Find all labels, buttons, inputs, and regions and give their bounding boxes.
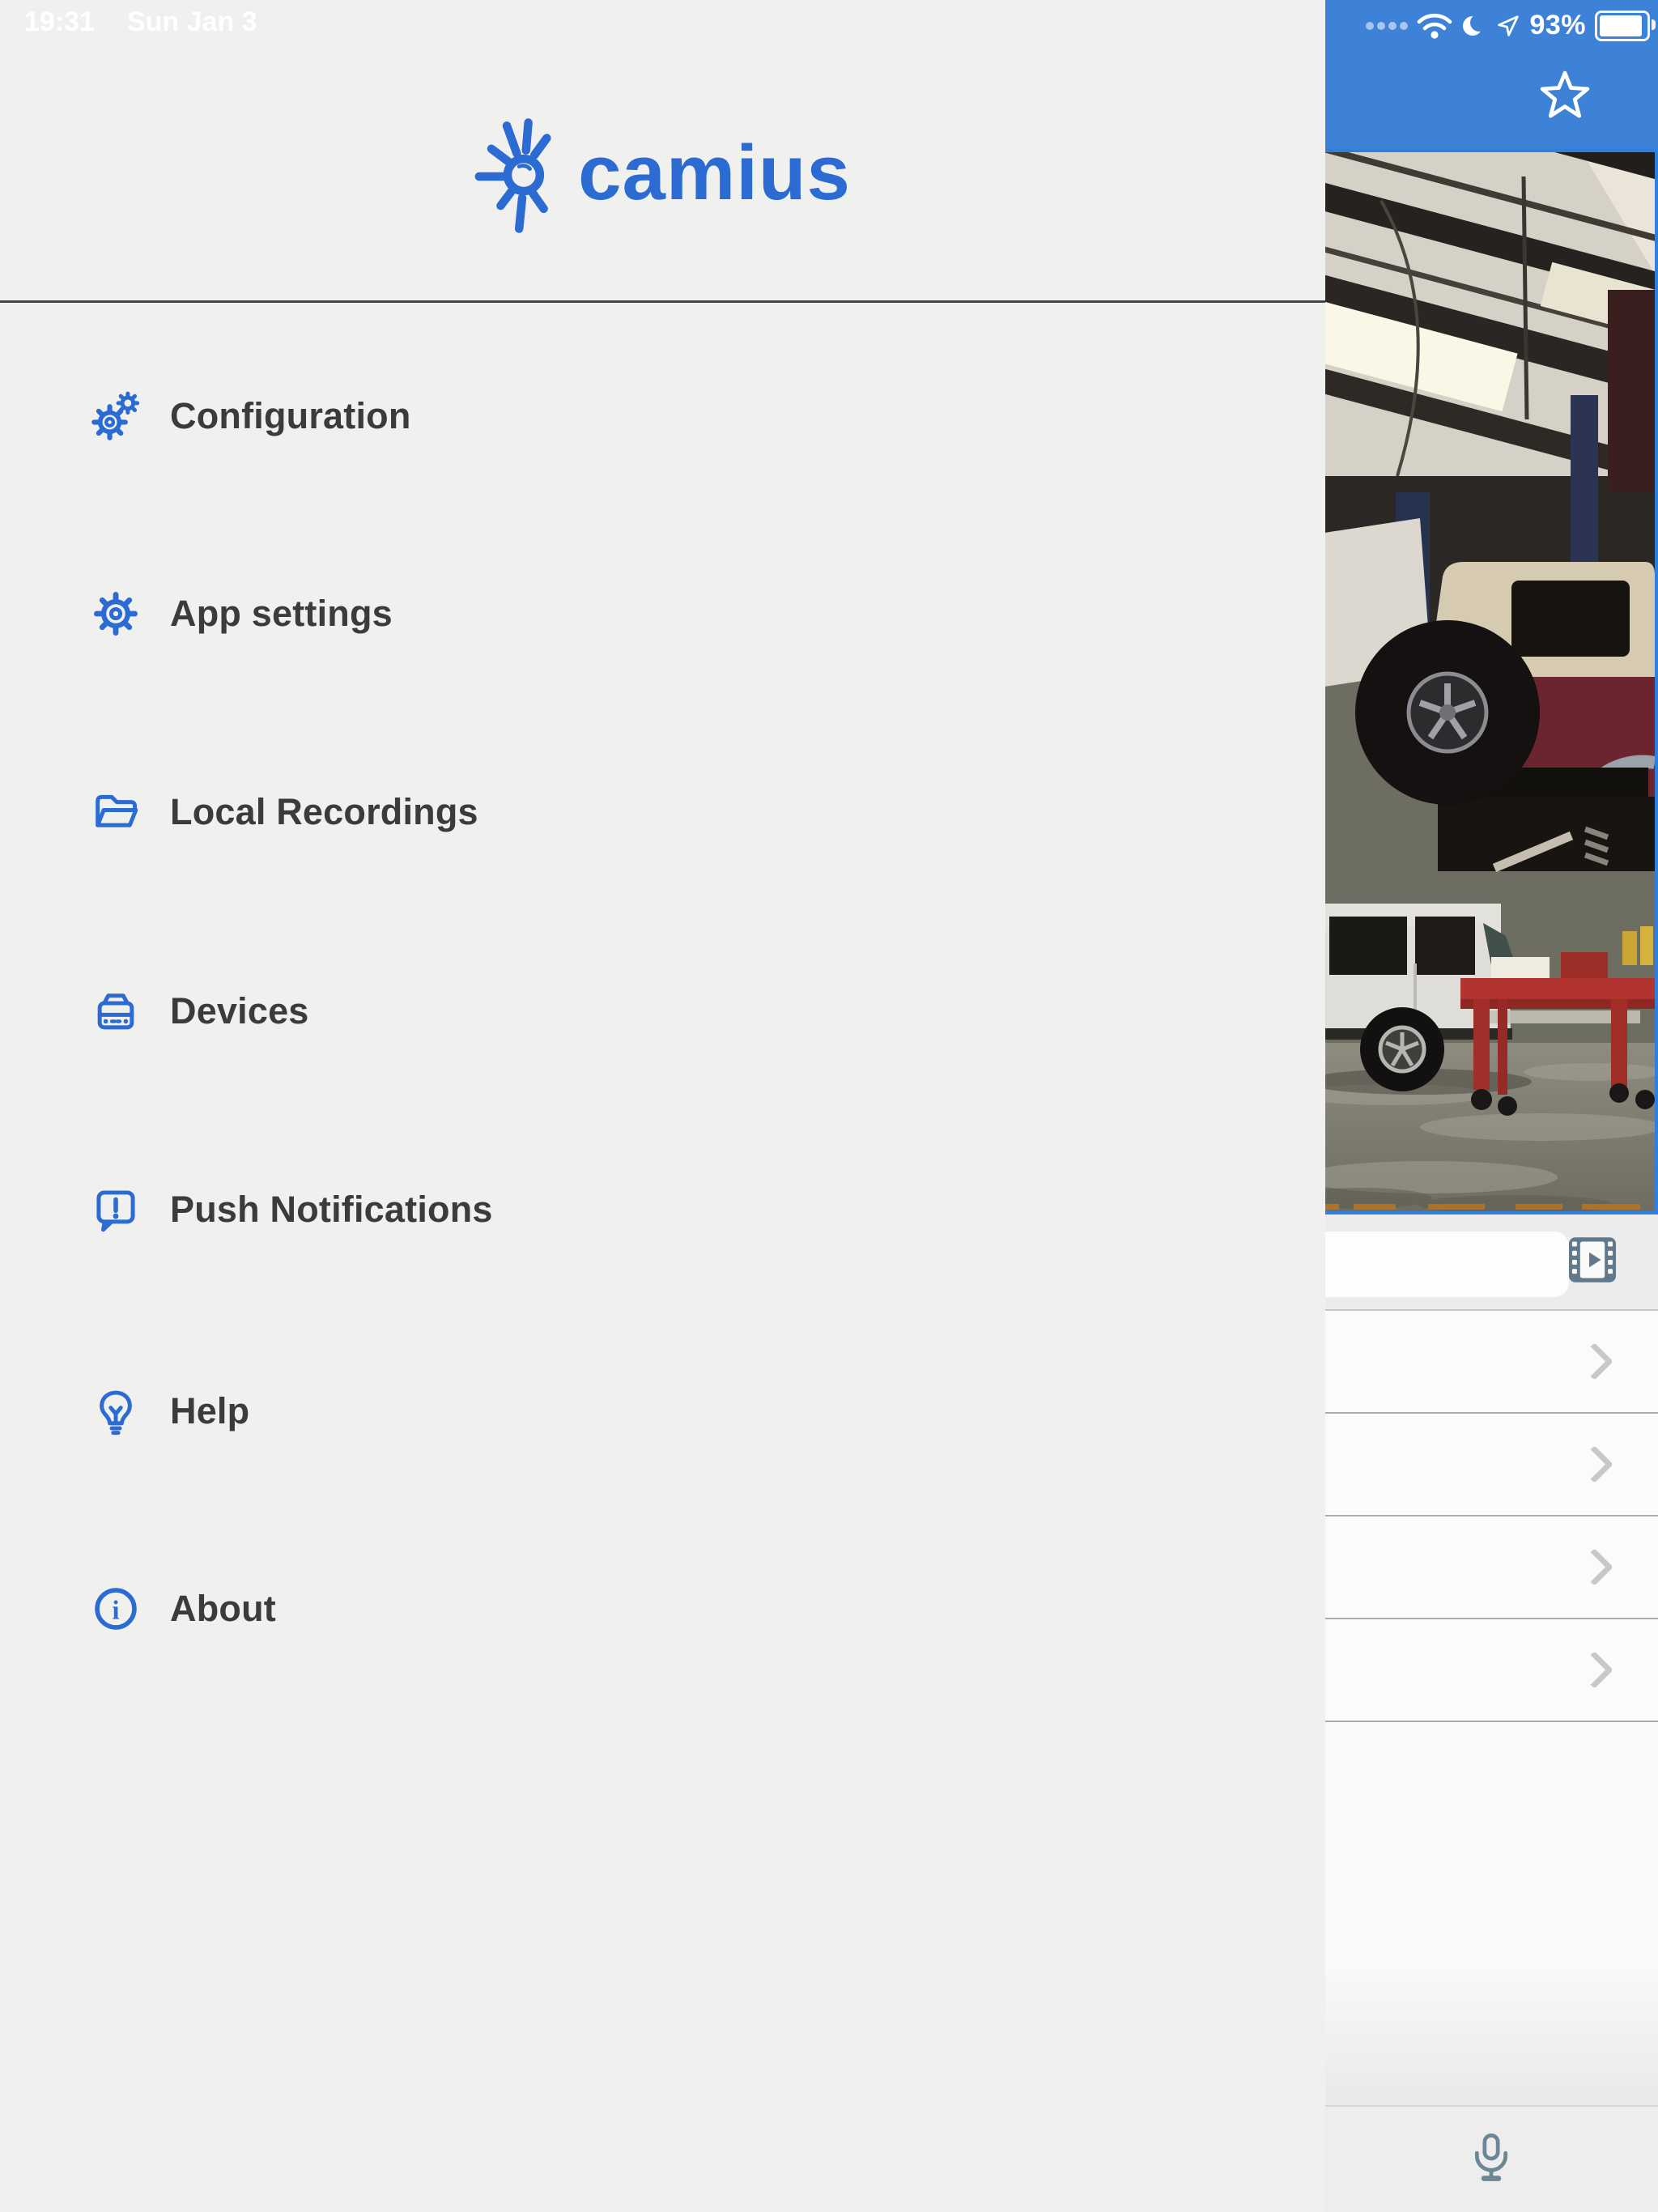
info-circle-icon: i [91, 1584, 141, 1634]
list-row[interactable] [1321, 1311, 1658, 1414]
open-folder-icon [91, 787, 141, 837]
gears-icon [91, 391, 141, 441]
menu-item-label: App settings [170, 593, 393, 635]
list-row[interactable] [1321, 1619, 1658, 1722]
status-date: Sun Jan 3 [127, 6, 257, 38]
menu-item-app-settings[interactable]: App settings [0, 565, 1214, 662]
bottom-toolbar [1321, 2105, 1658, 2212]
menu-item-label: Devices [170, 990, 309, 1032]
menu-item-label: Help [170, 1390, 249, 1432]
menu-item-push-notifications[interactable]: Push Notifications [0, 1161, 1214, 1258]
status-time: 19:31 [24, 6, 95, 38]
camera-live-view[interactable] [1321, 149, 1658, 1214]
camius-app: 93% [0, 0, 1658, 2212]
favorite-star-button[interactable] [1537, 68, 1592, 123]
gear-icon [91, 589, 141, 639]
menu-item-label: About [170, 1588, 276, 1630]
app-logo: camius [0, 112, 1325, 241]
menu-item-help[interactable]: Help [0, 1363, 1214, 1460]
chevron-right-icon [1575, 1651, 1613, 1689]
menu-item-local-recordings[interactable]: Local Recordings [0, 764, 1214, 861]
wifi-icon [1417, 12, 1452, 40]
garage-photo [1324, 152, 1655, 1211]
nav-header: 93% [1321, 0, 1658, 149]
menu-item-label: Local Recordings [170, 791, 478, 833]
menu-item-devices[interactable]: Devices [0, 963, 1214, 1060]
dnd-moon-icon [1461, 13, 1487, 39]
chevron-right-icon [1575, 1548, 1613, 1586]
chevron-right-icon [1575, 1342, 1613, 1380]
camera-name-field[interactable] [1294, 1231, 1569, 1297]
settings-row-list [1321, 1309, 1658, 1728]
cellular-dots-icon [1364, 19, 1408, 32]
alert-bubble-icon [91, 1185, 141, 1235]
menu-item-label: Push Notifications [170, 1189, 493, 1231]
panel-fade [1321, 1862, 1658, 2105]
menu-item-configuration[interactable]: Configuration [0, 368, 1214, 465]
chevron-right-icon [1575, 1445, 1613, 1483]
drawer-divider [0, 300, 1325, 303]
status-bar-left: 19:31 Sun Jan 3 [24, 6, 257, 38]
svg-text:i: i [113, 1595, 120, 1624]
side-drawer: 19:31 Sun Jan 3 camius [0, 0, 1325, 2212]
camius-sunburst-icon [474, 115, 570, 238]
light-bulb-icon [91, 1386, 141, 1436]
battery-percent: 93% [1529, 10, 1586, 41]
logo-wordmark: camius [578, 134, 851, 212]
list-row[interactable] [1321, 1516, 1658, 1619]
status-bar-right: 93% [1364, 10, 1650, 41]
list-row[interactable] [1321, 1414, 1658, 1516]
live-view-panel: 93% [1321, 0, 1658, 2212]
battery-icon [1595, 11, 1650, 41]
menu-item-about[interactable]: i About [0, 1560, 1214, 1657]
microphone-button[interactable] [1464, 2126, 1519, 2191]
camera-toolbar [1321, 1214, 1658, 1309]
film-playback-button[interactable] [1566, 1233, 1619, 1287]
recorder-box-icon [91, 986, 141, 1036]
location-arrow-icon [1496, 14, 1520, 38]
menu-item-label: Configuration [170, 395, 411, 437]
